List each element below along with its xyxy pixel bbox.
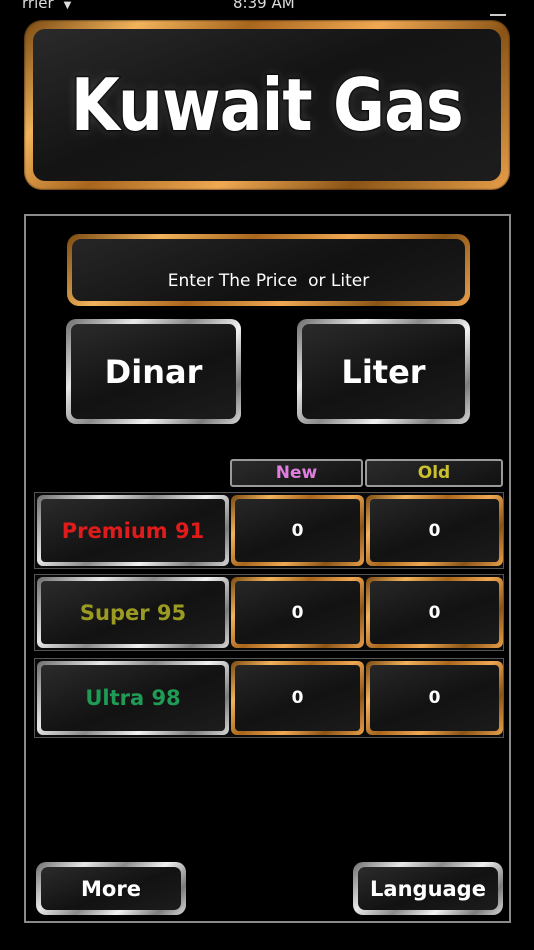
liter-button[interactable]: Liter (297, 319, 470, 424)
price-old-value: 0 (370, 665, 499, 731)
liter-button-label: Liter (302, 324, 465, 419)
fuel-label-premium: Premium 91 (37, 495, 229, 566)
price-new-ultra: 0 (231, 661, 364, 735)
language-button-label: Language (358, 867, 498, 910)
more-button-label: More (41, 867, 181, 910)
more-button[interactable]: More (36, 862, 186, 915)
status-bar: rrier ▼ 8:39 AM (0, 0, 534, 22)
main-panel: Dinar Liter New Old Premium 91 0 0 Super… (24, 214, 511, 923)
column-header-new-label: New (275, 463, 318, 483)
fuel-name: Ultra 98 (41, 665, 225, 731)
price-input-frame (67, 234, 470, 306)
fuel-name: Super 95 (41, 581, 225, 644)
title-banner: Kuwait Gas (24, 20, 510, 190)
status-time: 8:39 AM (233, 0, 295, 12)
column-header-old: Old (365, 459, 503, 487)
price-new-value: 0 (235, 581, 360, 644)
price-old-premium: 0 (366, 495, 503, 566)
price-old-value: 0 (370, 499, 499, 562)
fuel-name: Premium 91 (41, 499, 225, 562)
column-header-old-label: Old (417, 463, 451, 483)
price-old-super: 0 (366, 577, 503, 648)
price-new-super: 0 (231, 577, 364, 648)
language-button[interactable]: Language (353, 862, 503, 915)
price-input[interactable] (72, 239, 465, 301)
fuel-label-super: Super 95 (37, 577, 229, 648)
fuel-row-super: Super 95 0 0 (34, 574, 504, 651)
fuel-row-premium: Premium 91 0 0 (34, 492, 504, 569)
carrier-name: rrier (22, 0, 54, 12)
price-new-value: 0 (235, 499, 360, 562)
column-header-new: New (230, 459, 363, 487)
app-title: Kuwait Gas (70, 62, 465, 148)
wifi-icon: ▼ (63, 0, 72, 11)
price-new-value: 0 (235, 665, 360, 731)
dinar-button-label: Dinar (71, 324, 236, 419)
fuel-label-ultra: Ultra 98 (37, 661, 229, 735)
status-carrier: rrier ▼ (22, 0, 71, 12)
price-old-ultra: 0 (366, 661, 503, 735)
dinar-button[interactable]: Dinar (66, 319, 241, 424)
title-banner-inner: Kuwait Gas (33, 29, 501, 181)
battery-icon (490, 8, 506, 16)
fuel-row-ultra: Ultra 98 0 0 (34, 658, 504, 738)
price-old-value: 0 (370, 581, 499, 644)
price-new-premium: 0 (231, 495, 364, 566)
